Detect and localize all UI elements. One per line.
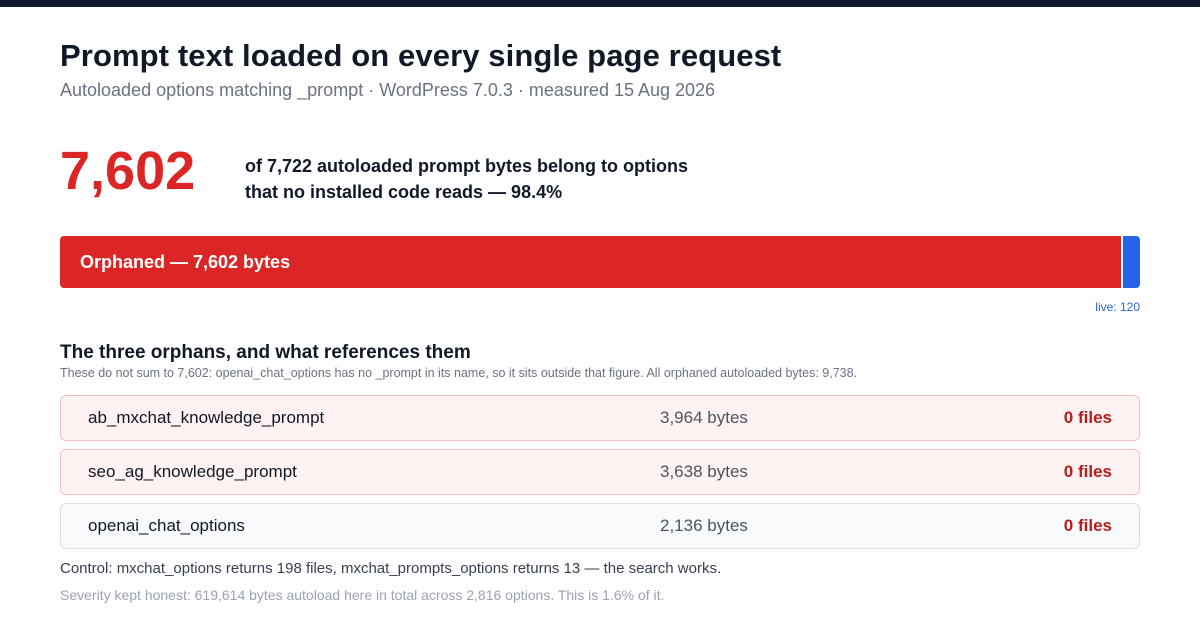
page-title: Prompt text loaded on every single page … bbox=[60, 38, 782, 73]
orphans-section-note: These do not sum to 7,602: openai_chat_o… bbox=[60, 366, 858, 380]
live-segment-label: live: 120 bbox=[1095, 300, 1140, 314]
option-bytes: 3,638 bytes bbox=[660, 462, 748, 481]
headline-description: of 7,722 autoloaded prompt bytes belong … bbox=[245, 153, 765, 205]
control-note: Control: mxchat_options returns 198 file… bbox=[60, 560, 722, 577]
option-name: openai_chat_options bbox=[88, 516, 245, 535]
top-accent-bar bbox=[0, 0, 1200, 7]
option-name: ab_mxchat_knowledge_prompt bbox=[88, 408, 325, 427]
option-file-references: 0 files bbox=[1063, 516, 1112, 535]
list-item: seo_ag_knowledge_prompt 3,638 bytes 0 fi… bbox=[60, 449, 1140, 495]
list-item: openai_chat_options 2,136 bytes 0 files bbox=[60, 503, 1140, 549]
headline-description-line-2: that no installed code reads — 98.4% bbox=[245, 182, 563, 202]
headline-value: 7,602 bbox=[60, 141, 196, 201]
list-item: ab_mxchat_knowledge_prompt 3,964 bytes 0… bbox=[60, 395, 1140, 441]
option-file-references: 0 files bbox=[1063, 462, 1112, 481]
orphaned-segment-label: Orphaned — 7,602 bytes bbox=[80, 251, 291, 272]
headline-description-line-1: of 7,722 autoloaded prompt bytes belong … bbox=[245, 156, 689, 176]
option-name: seo_ag_knowledge_prompt bbox=[88, 462, 297, 481]
option-bytes: 3,964 bytes bbox=[660, 408, 748, 427]
live-segment bbox=[1123, 236, 1140, 288]
option-bytes: 2,136 bytes bbox=[660, 516, 748, 535]
orphaned-segment: Orphaned — 7,602 bytes bbox=[60, 236, 1121, 288]
orphans-section-title: The three orphans, and what references t… bbox=[60, 342, 471, 363]
page-subtitle: Autoloaded options matching _prompt · Wo… bbox=[60, 80, 716, 100]
option-file-references: 0 files bbox=[1063, 408, 1112, 427]
orphans-list: ab_mxchat_knowledge_prompt 3,964 bytes 0… bbox=[60, 395, 1140, 557]
severity-note: Severity kept honest: 619,614 bytes auto… bbox=[60, 587, 665, 603]
bytes-split-bar: Orphaned — 7,602 bytes bbox=[60, 236, 1140, 288]
